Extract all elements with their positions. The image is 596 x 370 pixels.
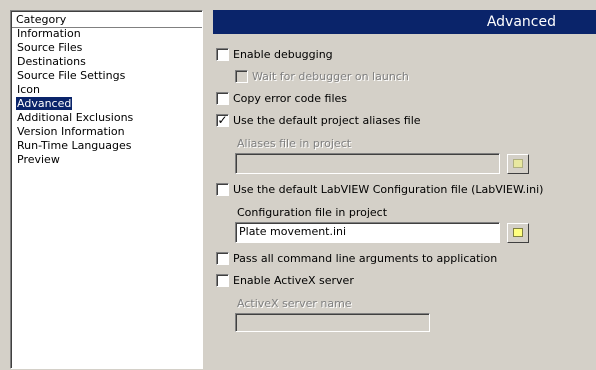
category-item-destinations[interactable]: Destinations: [16, 55, 202, 69]
aliases-browse-button: [507, 154, 529, 174]
copy-error-code-files-label: Copy error code files: [233, 92, 348, 105]
category-item-additional-exclusions[interactable]: Additional Exclusions: [16, 111, 202, 125]
use-default-aliases-checkbox[interactable]: ✓: [216, 113, 229, 127]
use-default-config-checkbox[interactable]: [216, 183, 229, 196]
category-item-source-files[interactable]: Source Files: [16, 41, 202, 55]
category-item-advanced[interactable]: Advanced: [16, 97, 202, 111]
config-file-field[interactable]: Plate movement.ini: [235, 222, 500, 243]
enable-debugging-checkbox[interactable]: [216, 48, 229, 61]
category-list[interactable]: Category Information Source Files Destin…: [10, 10, 203, 369]
category-items: Information Source Files Destinations So…: [16, 27, 202, 167]
category-item-preview[interactable]: Preview: [16, 153, 202, 167]
category-item-version-information[interactable]: Version Information: [16, 125, 202, 139]
pass-cmd-args-checkbox[interactable]: [216, 252, 229, 265]
enable-activex-label: Enable ActiveX server: [233, 274, 354, 287]
wait-for-debugger-label: Wait for debugger on launch: [252, 70, 409, 83]
folder-browse-icon: [513, 228, 523, 237]
use-default-config-label: Use the default LabVIEW Configuration fi…: [233, 183, 544, 196]
enable-debugging-label: Enable debugging: [233, 48, 333, 61]
category-item-icon[interactable]: Icon: [16, 83, 202, 97]
enable-activex-checkbox[interactable]: [216, 274, 229, 287]
category-item-source-file-settings[interactable]: Source File Settings: [16, 69, 202, 83]
aliases-file-label: Aliases file in project: [237, 137, 352, 150]
config-browse-button[interactable]: [507, 223, 529, 243]
category-item-run-time-languages[interactable]: Run-Time Languages: [16, 139, 202, 153]
config-file-label: Configuration file in project: [237, 206, 388, 219]
use-default-aliases-label: Use the default project aliases file: [233, 114, 421, 127]
page-title: Advanced: [486, 14, 556, 30]
activex-name-label: ActiveX server name: [237, 297, 352, 310]
wait-for-debugger-checkbox: [235, 70, 248, 83]
category-header: Category: [16, 13, 67, 26]
activex-name-field: [235, 313, 430, 332]
copy-error-code-files-checkbox[interactable]: [216, 92, 229, 105]
page-header: Advanced: [213, 10, 596, 34]
category-item-information[interactable]: Information: [16, 27, 202, 41]
checkmark-icon: ✓: [217, 113, 228, 127]
pass-cmd-args-label: Pass all command line arguments to appli…: [233, 252, 498, 265]
folder-browse-icon: [513, 159, 523, 168]
aliases-file-field: [235, 153, 500, 174]
